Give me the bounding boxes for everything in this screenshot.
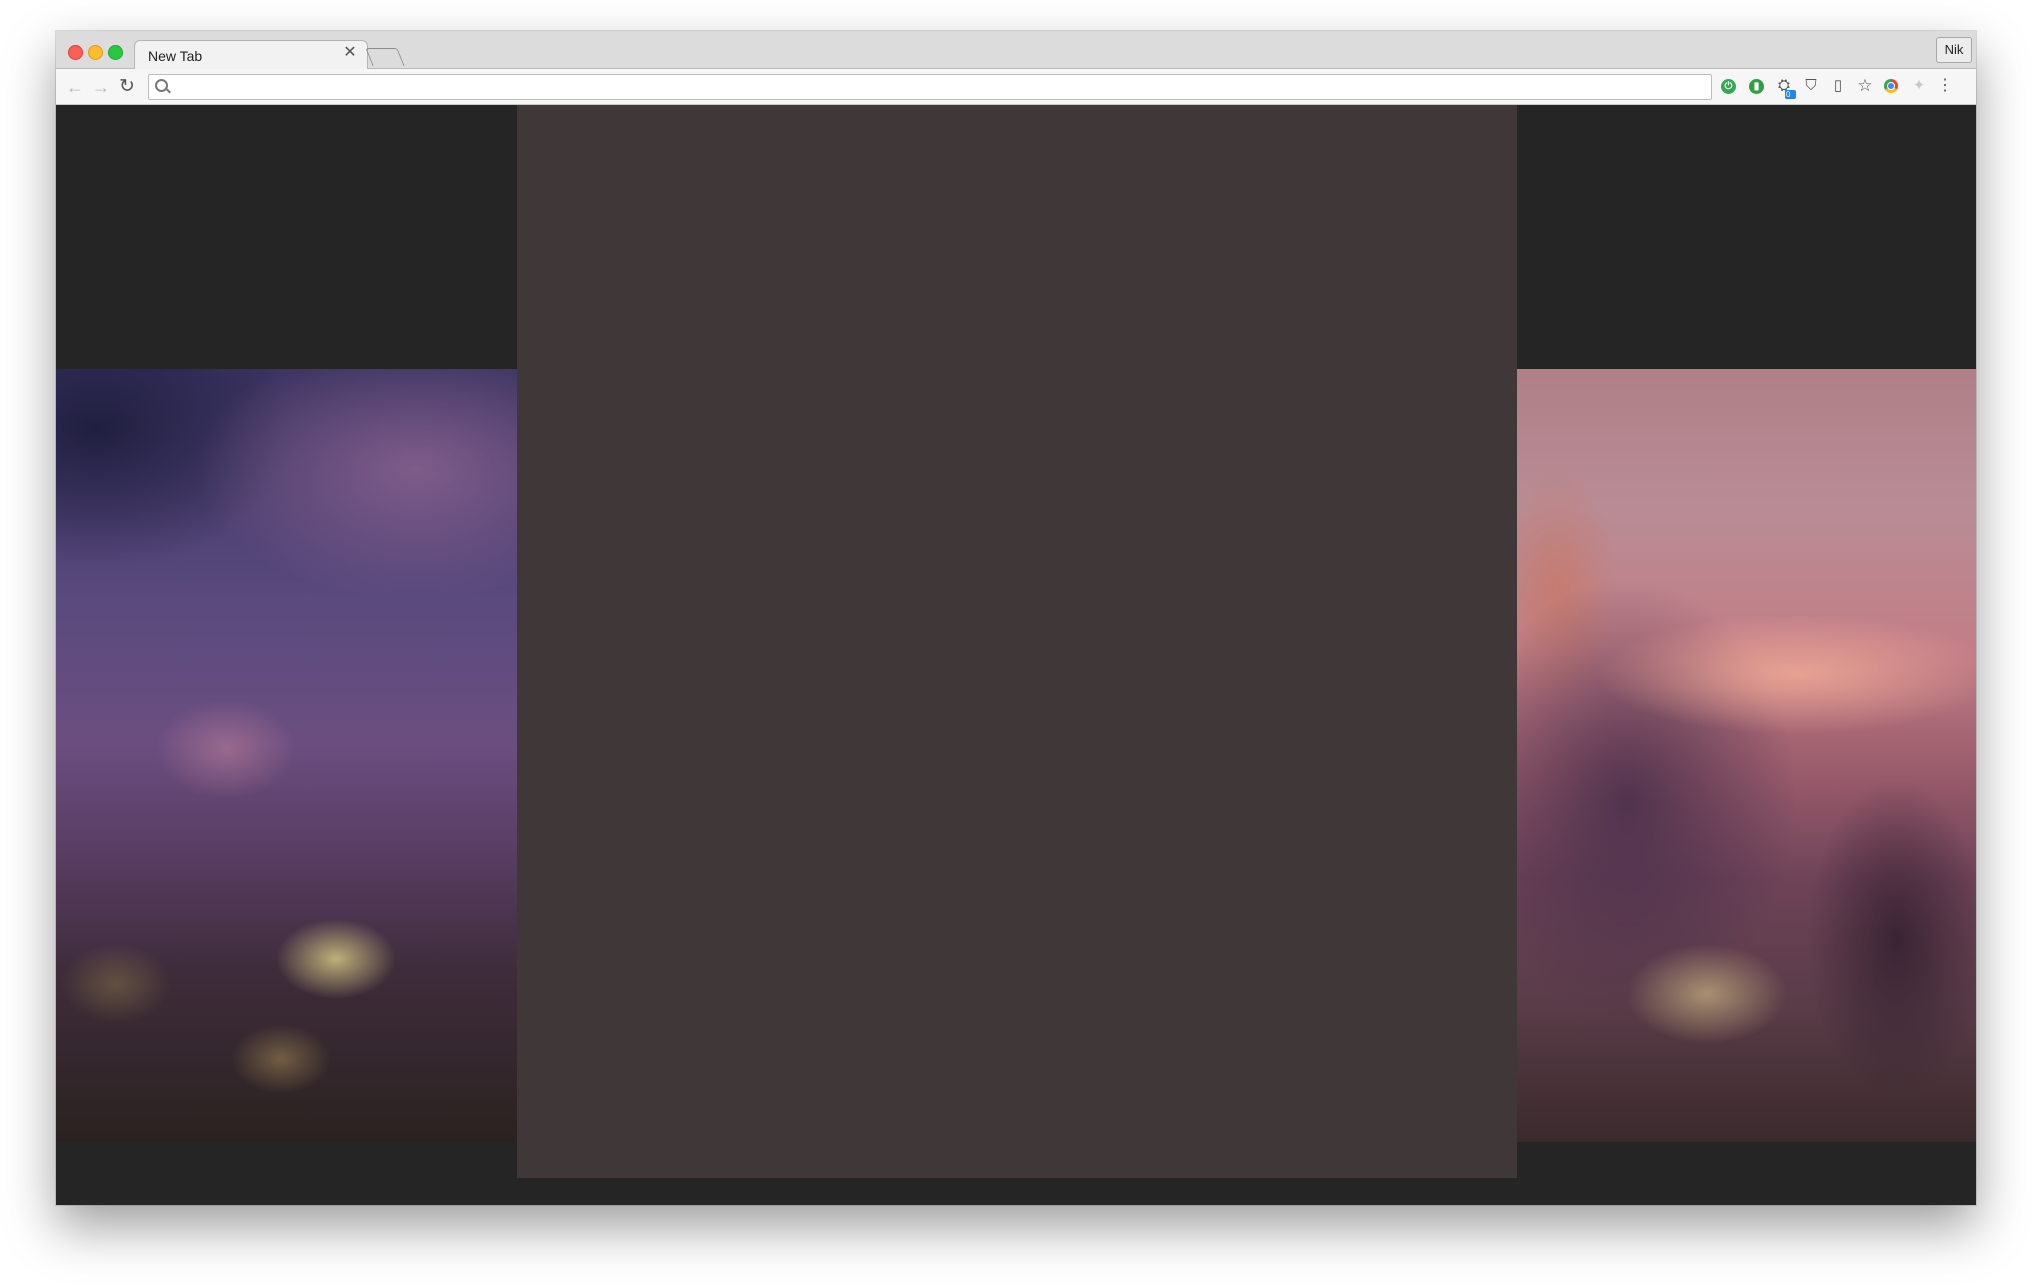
search-icon (155, 79, 168, 92)
browser-toolbar: ← → ↻ ⏻ ▮ ⛭ 0 ⛉ ▯ ☆ ✦ ⋮ (56, 69, 1976, 105)
tab-strip: New Tab ✕ Nik (56, 31, 1976, 70)
right-background-image (1517, 369, 1976, 1142)
page-content (56, 105, 1976, 1205)
tab-close-icon[interactable]: ✕ (342, 45, 358, 61)
forward-arrow-icon[interactable]: → (90, 76, 112, 98)
back-arrow-icon[interactable]: ← (64, 76, 86, 98)
browser-window: New Tab ✕ Nik ← → ↻ ⏻ ▮ ⛭ 0 ⛉ ▯ ☆ ✦ ⋮ (56, 31, 1976, 1205)
extension-battery-icon[interactable]: ▯ (1829, 77, 1847, 95)
center-panel (517, 105, 1517, 1178)
window-maximize-button[interactable] (108, 45, 123, 60)
window-minimize-button[interactable] (88, 45, 103, 60)
profile-button[interactable]: Nik (1936, 37, 1972, 63)
new-tab-button[interactable] (365, 48, 405, 66)
omnibox[interactable] (148, 74, 1712, 100)
extension-green-power-icon[interactable]: ⏻ (1721, 79, 1736, 94)
reload-icon[interactable]: ↻ (116, 76, 138, 98)
tab-title: New Tab (148, 48, 203, 64)
extension-shield-icon[interactable]: ⛉ (1802, 77, 1820, 95)
menu-kebab-icon[interactable]: ⋮ (1936, 77, 1954, 95)
extension-people-icon[interactable]: ⛭ 0 (1775, 77, 1796, 99)
bookmark-star-icon[interactable]: ☆ (1856, 77, 1874, 95)
address-input[interactable] (173, 75, 1697, 99)
extension-puzzle-icon[interactable]: ✦ (1910, 77, 1928, 95)
extension-green-circle-icon[interactable]: ▮ (1749, 79, 1764, 94)
extension-badge: 0 (1785, 90, 1796, 99)
extension-chrome-icon[interactable] (1884, 79, 1898, 93)
left-background-image (56, 369, 517, 1142)
window-close-button[interactable] (68, 45, 83, 60)
